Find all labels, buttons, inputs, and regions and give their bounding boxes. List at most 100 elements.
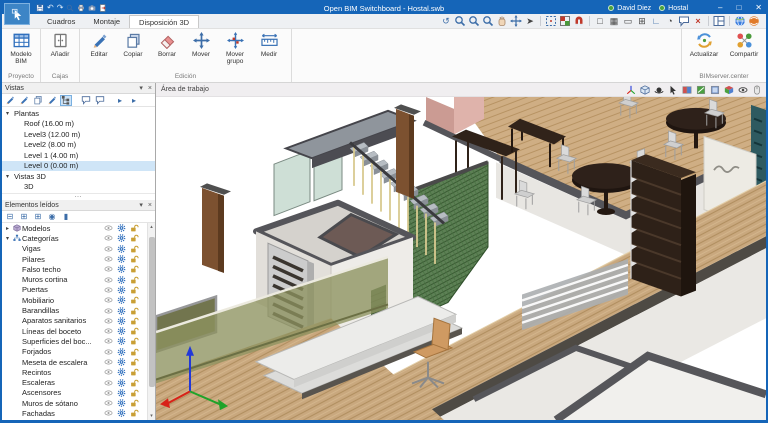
grid-tool-icon[interactable]: ▦ <box>608 15 620 27</box>
comment-view-2-icon[interactable] <box>94 95 106 106</box>
category-falso-techo[interactable]: Falso techo <box>2 264 155 274</box>
lock-icon[interactable] <box>130 368 139 376</box>
eye-icon[interactable] <box>104 348 113 356</box>
actualizar-button[interactable]: Actualizar <box>684 30 724 72</box>
eye-icon[interactable] <box>104 286 113 294</box>
eye-icon[interactable] <box>104 234 113 242</box>
gear-icon[interactable] <box>117 348 126 356</box>
gear-icon[interactable] <box>117 317 126 325</box>
planta-level2[interactable]: Level2 (8.00 m) <box>2 140 155 151</box>
copiar-button[interactable]: Copiar <box>116 30 150 72</box>
gear-icon[interactable] <box>117 358 126 366</box>
category-ascensores[interactable]: Ascensores <box>2 388 155 398</box>
clip-planes-icon[interactable] <box>682 85 692 95</box>
tab-montaje[interactable]: Montaje <box>84 15 129 28</box>
move-view-icon[interactable] <box>510 15 522 27</box>
modelos-row[interactable]: ▸ Modelos <box>2 223 155 233</box>
elementos-collapse-icon[interactable]: ▾ <box>139 201 143 209</box>
planta-roof[interactable]: Roof (16.00 m) <box>2 119 155 130</box>
duplicate-view-icon[interactable] <box>32 95 44 106</box>
category-meseta-escalera[interactable]: Meseta de escalera <box>2 357 155 367</box>
borrar-button[interactable]: Borrar <box>150 30 184 72</box>
zoom-icon[interactable] <box>66 4 74 12</box>
category-recintos[interactable]: Recintos <box>2 367 155 377</box>
lock-icon[interactable] <box>130 265 139 273</box>
planta-level3[interactable]: Level3 (12.00 m) <box>2 129 155 140</box>
undo-icon[interactable]: ↶ <box>47 4 54 12</box>
save-icon[interactable] <box>36 4 44 12</box>
iso-cube-icon[interactable] <box>640 85 650 95</box>
search-elements-icon[interactable]: ◉ <box>46 211 58 222</box>
lock-icon[interactable] <box>130 379 139 387</box>
category-puertas[interactable]: Puertas <box>2 285 155 295</box>
planta-level1[interactable]: Level 1 (4.00 m) <box>2 150 155 161</box>
eye-icon[interactable] <box>104 296 113 304</box>
print-icon[interactable] <box>77 4 85 12</box>
lock-icon[interactable] <box>130 255 139 263</box>
eye-icon[interactable] <box>104 399 113 407</box>
category-fachadas[interactable]: Fachadas <box>2 408 155 418</box>
vistas-collapse-icon[interactable]: ▾ <box>139 84 143 92</box>
export-icon[interactable] <box>99 4 107 12</box>
gear-icon[interactable] <box>117 224 126 232</box>
lock-icon[interactable] <box>130 296 139 304</box>
mouse-help-icon[interactable] <box>752 85 762 95</box>
lock-icon[interactable] <box>130 317 139 325</box>
comment-view-icon[interactable] <box>80 95 92 106</box>
collapse-all-icon[interactable]: ⊟ <box>4 211 16 222</box>
flag-view-2-icon[interactable]: ▸ <box>128 95 140 106</box>
protractor-icon[interactable]: ◔ <box>664 15 676 27</box>
elementos-scrollbar[interactable]: ▴ ▾ <box>147 223 155 420</box>
options-icon[interactable]: ▮ <box>60 211 72 222</box>
lock-icon[interactable] <box>130 348 139 356</box>
capture-frame-icon[interactable] <box>545 15 557 27</box>
lock-icon[interactable] <box>130 389 139 397</box>
gear-icon[interactable] <box>117 399 126 407</box>
vistas3d-group-row[interactable]: ▾ Vistas 3D <box>2 171 155 182</box>
category-forjados[interactable]: Forjados <box>2 347 155 357</box>
category-aparatos-sanitarios[interactable]: Aparatos sanitarios <box>2 316 155 326</box>
lock-icon[interactable] <box>130 327 139 335</box>
eye-icon[interactable] <box>104 379 113 387</box>
select-pointer-icon[interactable]: ➤ <box>524 15 536 27</box>
category-mobiliario[interactable]: Mobiliario <box>2 295 155 305</box>
category-vigas[interactable]: Vigas <box>2 244 155 254</box>
minimize-button[interactable]: – <box>718 3 722 13</box>
lock-icon[interactable] <box>130 245 139 253</box>
gear-icon[interactable] <box>117 327 126 335</box>
gear-icon[interactable] <box>117 286 126 294</box>
category-lineas-boceto[interactable]: Líneas del boceto <box>2 326 155 336</box>
tab-disposicion-3d[interactable]: Disposición 3D <box>129 15 200 28</box>
lock-icon[interactable] <box>130 307 139 315</box>
gear-icon[interactable] <box>117 368 126 376</box>
category-superficies-boceto[interactable]: Superficies del boc... <box>2 336 155 346</box>
gear-icon[interactable] <box>117 409 126 417</box>
mover-grupo-button[interactable]: Mover grupo <box>218 30 252 72</box>
gear-icon[interactable] <box>117 337 126 345</box>
select-mode-icon[interactable] <box>668 85 678 95</box>
eye-icon[interactable] <box>104 368 113 376</box>
gear-icon[interactable] <box>117 276 126 284</box>
eye-icon[interactable] <box>104 276 113 284</box>
close-button[interactable]: ✕ <box>755 3 762 13</box>
bimserver-sphere-icon[interactable] <box>748 15 760 27</box>
zoom-previous-icon[interactable] <box>482 15 494 27</box>
expand-children-icon[interactable]: ⊞ <box>32 211 44 222</box>
app-menu-button[interactable] <box>4 3 30 25</box>
lock-icon[interactable] <box>130 337 139 345</box>
background-mode-icon[interactable] <box>710 85 720 95</box>
vista-3d[interactable]: 3D <box>2 182 155 193</box>
panel-splitter[interactable]: ⋯ <box>2 193 155 201</box>
zoom-window-icon[interactable] <box>454 15 466 27</box>
eye-icon[interactable] <box>104 327 113 335</box>
plantas-group-row[interactable]: ▾ Plantas <box>2 108 155 119</box>
category-particion-interior[interactable]: Partición interior <box>2 419 155 420</box>
eye-icon[interactable] <box>104 255 113 263</box>
user-badge[interactable]: David Diez <box>608 4 651 12</box>
flag-view-icon[interactable]: ▸ <box>114 95 126 106</box>
multi-view-cube-icon[interactable] <box>724 85 734 95</box>
lock-icon[interactable] <box>130 276 139 284</box>
gear-icon[interactable] <box>117 265 126 273</box>
rectangle-tool-icon[interactable]: □ <box>594 15 606 27</box>
edit-view-2-icon[interactable] <box>18 95 30 106</box>
